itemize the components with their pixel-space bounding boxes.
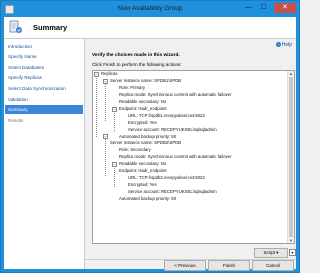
tree-connector — [114, 111, 115, 132]
collapse-toggle[interactable]: − — [94, 72, 99, 77]
sidebar-item-specify-replicas[interactable]: Specify Replicas — [5, 73, 83, 82]
wizard-sidebar: Introduction Specify Name Select Databas… — [4, 39, 85, 269]
scroll-down-icon[interactable]: ▼ — [288, 238, 294, 243]
tree-node-readable-secondary: Readable secondary: No — [119, 161, 167, 166]
tree-node-replica-mode: Replica mode: Synchronous commit with au… — [119, 154, 232, 159]
wizard-main: ? Help Verify the choices made in this wi… — [85, 39, 296, 271]
cancel-button[interactable]: Cancel — [252, 260, 294, 271]
tree-node-backup-priority: Automated backup priority: 50 — [119, 196, 177, 201]
instruction-text: Click Finish to perform the following ac… — [92, 62, 182, 67]
tree-scrollbar[interactable]: ▲ ▼ — [287, 71, 294, 243]
sidebar-item-results: Results — [8, 118, 24, 123]
tree-node-replica-mode: Replica mode: Synchronous commit with au… — [119, 92, 232, 97]
sidebar-item-summary[interactable]: Summary — [5, 105, 83, 114]
sidebar-item-introduction[interactable]: Introduction — [5, 42, 83, 51]
finish-button[interactable]: Finish — [208, 260, 250, 271]
wizard-window: New Availability Group — ☐ ✕ Summary Int… — [0, 0, 300, 273]
wizard-page-icon — [9, 20, 22, 33]
collapse-toggle[interactable]: − — [103, 134, 108, 139]
tree-node-endpoint: Endpoint: Hadr_endpoint — [119, 168, 167, 173]
tree-node-encrypted: Encrypted: Yes — [128, 120, 157, 125]
minimize-button[interactable]: — — [242, 3, 255, 13]
close-button[interactable]: ✕ — [274, 3, 296, 13]
tree-connector — [96, 76, 97, 137]
wizard-client: Summary Introduction Specify Name Select… — [4, 17, 296, 271]
help-label: Help — [281, 42, 292, 48]
wizard-header: Summary — [4, 17, 296, 39]
tree-node-role: Role: Primary — [119, 85, 146, 90]
tree-node-role: Role: Secondary — [119, 147, 151, 152]
collapse-toggle[interactable]: − — [112, 107, 117, 112]
help-icon: ? — [275, 42, 281, 47]
sidebar-item-validation[interactable]: Validation — [5, 95, 83, 104]
tree-node-readable-secondary: Readable secondary: No — [119, 99, 167, 104]
tree-node-replicas: Replicas — [101, 71, 118, 76]
page-title: Summary — [33, 23, 68, 32]
scroll-up-icon[interactable]: ▲ — [288, 71, 294, 76]
tree-connector — [105, 139, 106, 176]
tree-node-url: URL: TCP://spdb1.recepyuksel.net:5022 — [128, 113, 205, 118]
tree-content: − − − − − Replicas Server instance name:… — [93, 71, 287, 243]
title-bar: New Availability Group — ☐ ✕ — [1, 1, 299, 16]
maximize-button[interactable]: ☐ — [257, 3, 270, 13]
tree-node-url: URL: TCP://spdb2.recepyuksel.net:5022 — [128, 175, 205, 180]
previous-button[interactable]: < Previous — [164, 260, 206, 271]
sidebar-item-specify-name[interactable]: Specify Name — [5, 52, 83, 61]
summary-tree[interactable]: − − − − − Replicas Server instance name:… — [92, 70, 295, 244]
tree-node-server-instance: Server instance name: SPDB2\SPDB — [110, 140, 182, 145]
script-button[interactable]: Script ▾ — [254, 248, 288, 258]
collapse-toggle[interactable]: − — [103, 79, 108, 84]
tree-connector — [114, 166, 115, 187]
expand-tree-icon[interactable]: ▾ — [289, 249, 296, 256]
collapse-toggle[interactable]: − — [112, 162, 117, 167]
help-link[interactable]: ? Help — [275, 42, 292, 48]
tree-node-endpoint: Endpoint: Hadr_endpoint — [119, 106, 167, 111]
tree-node-service-account: Service account: RECEPYUKSEL\sqlsqladmin — [128, 189, 217, 194]
script-button-label: Script — [263, 250, 275, 255]
sidebar-item-select-databases[interactable]: Select Databases — [5, 63, 83, 72]
dropdown-arrow-icon: ▾ — [276, 250, 279, 255]
tree-node-encrypted: Encrypted: Yes — [128, 182, 157, 187]
tree-node-server-instance: Server instance name: SPDB1\SPDB — [110, 78, 182, 83]
verify-heading: Verify the choices made in this wizard. — [92, 53, 180, 58]
sidebar-item-select-data-sync[interactable]: Select Data Synchronization — [5, 84, 83, 93]
tree-connector — [105, 84, 106, 121]
scroll-thumb[interactable] — [289, 77, 293, 237]
tree-node-service-account: Service account: RECEPYUKSEL\sqlsqladmin — [128, 127, 217, 132]
